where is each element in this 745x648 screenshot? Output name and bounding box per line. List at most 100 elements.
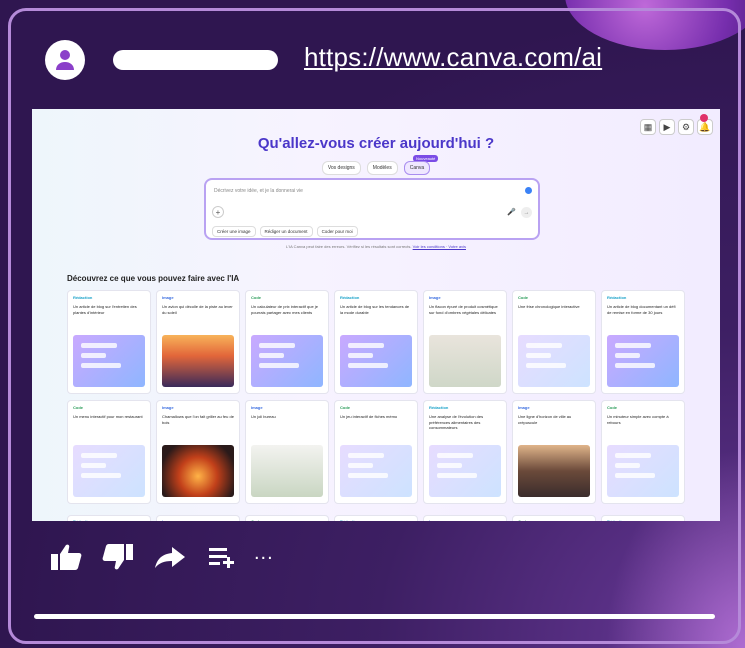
card-description: Un menu interactif pour mon restaurant	[73, 414, 143, 419]
microphone-icon[interactable]: 🎤	[507, 208, 516, 216]
thumbnail-bar	[81, 353, 107, 358]
thumbnail-bar	[259, 363, 299, 368]
card-category: Rédaction	[340, 295, 360, 300]
thumbnail-bar	[615, 473, 655, 478]
prompt-box[interactable]: Décrivez votre idée, et je la donnerai v…	[204, 178, 540, 240]
card-thumbnail	[73, 445, 145, 497]
card-description: Un article de blog sur les tendances de …	[340, 304, 410, 315]
suggestion-card[interactable]: Rédaction	[67, 515, 151, 521]
suggestion-card[interactable]: Image Une ligne d'horizon de ville au cré…	[512, 400, 596, 504]
card-category: Image	[518, 405, 530, 410]
thumbnail-bar	[81, 463, 107, 468]
tab-designs[interactable]: Vos designs	[321, 161, 361, 175]
card-description: Un flacon épuré de produit cosmétique su…	[429, 304, 498, 315]
suggestion-card[interactable]: Image Un joli bureau	[245, 400, 329, 504]
prompt-input[interactable]: Décrivez votre idée, et je la donnerai v…	[214, 188, 303, 194]
thumbnail-bar	[615, 343, 651, 348]
card-thumbnail	[73, 335, 145, 387]
create-image-button[interactable]: Créer une image	[212, 226, 256, 237]
thumbnail-bar	[348, 353, 374, 358]
suggestion-card[interactable]: Code Un menu interactif pour mon restaura…	[67, 400, 151, 504]
more-options-button[interactable]: ...	[254, 542, 274, 565]
thumbnail-bar	[81, 343, 117, 348]
settings-icon[interactable]: ⚙	[678, 119, 694, 135]
add-icon[interactable]: +	[212, 206, 224, 218]
card-description: Un calculateur de prix interactif que je…	[251, 304, 318, 315]
play-icon[interactable]: ▶	[659, 119, 675, 135]
suggestion-card[interactable]: Rédaction Une analyse de l'évolution des …	[423, 400, 507, 504]
card-thumbnail	[429, 335, 501, 387]
suggestion-card[interactable]: Image Chamallows que l'on fait griller au…	[156, 400, 240, 504]
disclaimer-text: L'IA Canva peut faire des erreurs. Vérif…	[286, 244, 412, 249]
suggestion-card[interactable]: Image	[423, 515, 507, 521]
thumbnail-bar	[437, 453, 473, 458]
notification-badge	[700, 114, 708, 122]
card-description: Un jeu interactif de fiches mémo	[340, 414, 398, 419]
write-document-button[interactable]: Rédiger un document	[259, 226, 313, 237]
card-thumbnail	[340, 335, 412, 387]
disclaimer-links[interactable]: Voir les conditions · Votre avis	[413, 244, 466, 249]
suggestion-card[interactable]: Rédaction Un article de blog sur les tend…	[334, 290, 418, 394]
thumbs-up-icon	[51, 544, 82, 570]
card-category: Image	[162, 519, 234, 521]
post-link[interactable]: https://www.canva.com/ai	[304, 42, 602, 73]
card-thumbnail	[162, 335, 234, 387]
send-icon[interactable]: →	[521, 207, 532, 218]
suggestion-card[interactable]: Code	[245, 515, 329, 521]
thumbnail-bar	[348, 463, 374, 468]
thumbnail-bar	[348, 343, 384, 348]
disclaimer: L'IA Canva peut faire des erreurs. Vérif…	[32, 244, 720, 249]
card-description: Un minuteur simple avec compte à rebours	[607, 414, 669, 425]
thumbnail-bar	[615, 353, 641, 358]
card-category: Image	[251, 405, 263, 410]
thumbnail-bar	[81, 473, 121, 478]
card-description: Un article de blog documentant un défi d…	[607, 304, 676, 315]
suggestion-card[interactable]: Image Un avion qui décolle de la piste au…	[156, 290, 240, 394]
suggestion-card[interactable]: Rédaction Un article de blog sur l'entret…	[67, 290, 151, 394]
suggestion-card[interactable]: Rédaction Un article de blog documentant …	[601, 290, 685, 394]
card-category: Rédaction	[340, 519, 412, 521]
card-description: Un avion qui décolle de la piste au leve…	[162, 304, 233, 315]
thumbnail-bar	[615, 463, 641, 468]
card-category: Code	[340, 405, 350, 410]
card-thumbnail	[251, 335, 323, 387]
grid-icon[interactable]: ▦	[640, 119, 656, 135]
thumbnail-bar	[348, 453, 384, 458]
suggestion-card[interactable]: Code	[512, 515, 596, 521]
suggestion-card[interactable]: Code Un minuteur simple avec compte à reb…	[601, 400, 685, 504]
progress-bar[interactable]	[34, 614, 715, 619]
thumbnail-bar	[259, 353, 285, 358]
thumbnail-bar	[81, 453, 117, 458]
thumbnail-bar	[615, 453, 651, 458]
suggestion-card[interactable]: Code Une frise chronologique interactive	[512, 290, 596, 394]
thumbnail-bar	[526, 363, 566, 368]
tab-canva-ai[interactable]: Canva	[403, 161, 431, 175]
code-for-me-button[interactable]: Coder pour moi	[316, 226, 358, 237]
suggestion-card[interactable]: Code Un jeu interactif de fiches mémo	[334, 400, 418, 504]
suggestion-card[interactable]: Code Un calculateur de prix interactif qu…	[245, 290, 329, 394]
thumbnail-bar	[526, 353, 552, 358]
card-category: Code	[607, 405, 617, 410]
username-placeholder-bar	[113, 50, 278, 70]
tab-templates[interactable]: Modèles	[366, 161, 398, 175]
card-category: Code	[518, 519, 590, 521]
action-bar: ...	[46, 540, 274, 574]
card-category: Rédaction	[73, 295, 93, 300]
save-button[interactable]	[202, 540, 242, 574]
avatar[interactable]	[45, 40, 85, 80]
card-category: Rédaction	[73, 519, 145, 521]
suggestion-card[interactable]: Image Un flacon épuré de produit cosmétiq…	[423, 290, 507, 394]
suggestion-card[interactable]: Rédaction	[601, 515, 685, 521]
card-category: Code	[73, 405, 83, 410]
suggestion-card[interactable]: Image	[156, 515, 240, 521]
card-description: Un joli bureau	[251, 414, 276, 419]
card-category: Code	[518, 295, 528, 300]
like-button[interactable]	[46, 540, 86, 574]
thumbs-down-icon	[102, 544, 133, 570]
card-description: Une frise chronologique interactive	[518, 304, 580, 309]
dislike-button[interactable]	[98, 540, 138, 574]
status-dot-icon	[525, 187, 532, 194]
share-button[interactable]	[150, 540, 190, 574]
thumbnail-bar	[81, 363, 121, 368]
suggestion-card[interactable]: Rédaction	[334, 515, 418, 521]
